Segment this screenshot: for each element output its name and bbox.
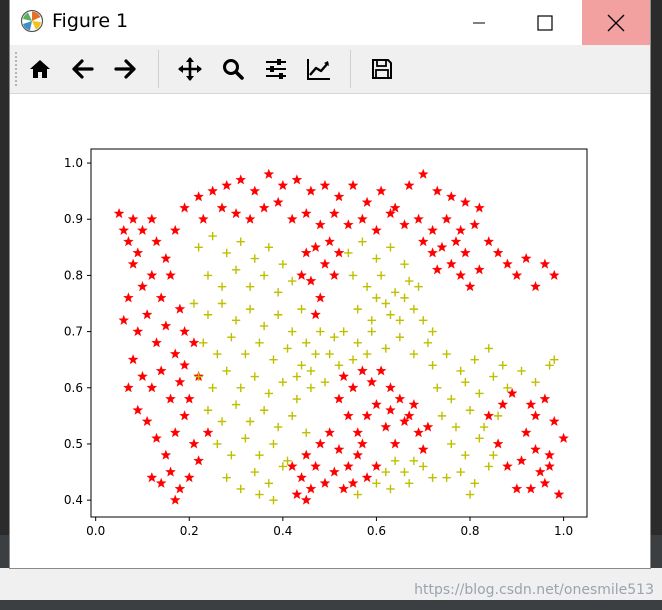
x-tick-label: 0.4 <box>273 524 292 538</box>
x-tick-label: 0.2 <box>180 524 199 538</box>
minimize-button[interactable] <box>456 0 502 45</box>
y-tick-label: 1.0 <box>64 156 83 170</box>
x-tick-label: 1.0 <box>554 524 573 538</box>
move-icon <box>178 57 202 81</box>
navigation-toolbar <box>10 45 650 94</box>
window-title: Figure 1 <box>52 10 129 32</box>
minimize-icon <box>473 22 485 23</box>
edit-axis-button[interactable] <box>304 54 334 84</box>
y-tick-label: 0.9 <box>64 212 83 226</box>
x-tick-label: 0.0 <box>86 524 105 538</box>
y-tick-label: 0.5 <box>64 437 83 451</box>
configure-subplots-button[interactable] <box>261 54 291 84</box>
matplotlib-logo-icon <box>20 9 44 33</box>
save-button[interactable] <box>367 54 397 84</box>
magnifier-icon <box>223 59 244 80</box>
sliders-icon <box>266 59 286 79</box>
title-bar[interactable]: Figure 1 <box>10 0 650 45</box>
toolbar-grip[interactable] <box>14 51 18 87</box>
maximize-button[interactable] <box>522 0 568 45</box>
y-tick-label: 0.4 <box>64 493 83 507</box>
y-tick-label: 0.7 <box>64 325 83 339</box>
toolbar-separator <box>158 50 159 88</box>
watermark: https://blog.csdn.net/onesmile513 <box>414 582 654 598</box>
y-tick-label: 0.8 <box>64 268 83 282</box>
line-chart-icon <box>307 59 330 80</box>
figure-window: Figure 1 0.0 0.2 0.4 0.6 0.8 1.0 0.4 0.5… <box>10 0 650 568</box>
zoom-button[interactable] <box>218 54 248 84</box>
arrow-right-icon <box>114 59 136 79</box>
y-tick-label: 0.6 <box>64 381 83 395</box>
close-icon <box>607 14 625 31</box>
x-tick-label: 0.6 <box>367 524 386 538</box>
back-button[interactable] <box>68 54 98 84</box>
floppy-icon <box>372 59 392 79</box>
arrow-left-icon <box>72 59 94 79</box>
pan-button[interactable] <box>175 54 205 84</box>
home-button[interactable] <box>25 54 55 84</box>
close-button[interactable] <box>582 0 650 45</box>
axes-frame <box>90 148 588 518</box>
forward-button[interactable] <box>110 54 140 84</box>
maximize-icon <box>537 14 553 31</box>
home-icon <box>30 60 50 78</box>
scatter-plot-canvas[interactable]: 0.0 0.2 0.4 0.6 0.8 1.0 0.4 0.5 0.6 0.7 0.8 0.9 1.0 <box>10 94 650 568</box>
x-tick-label: 0.8 <box>460 524 479 538</box>
toolbar-separator <box>350 50 351 88</box>
